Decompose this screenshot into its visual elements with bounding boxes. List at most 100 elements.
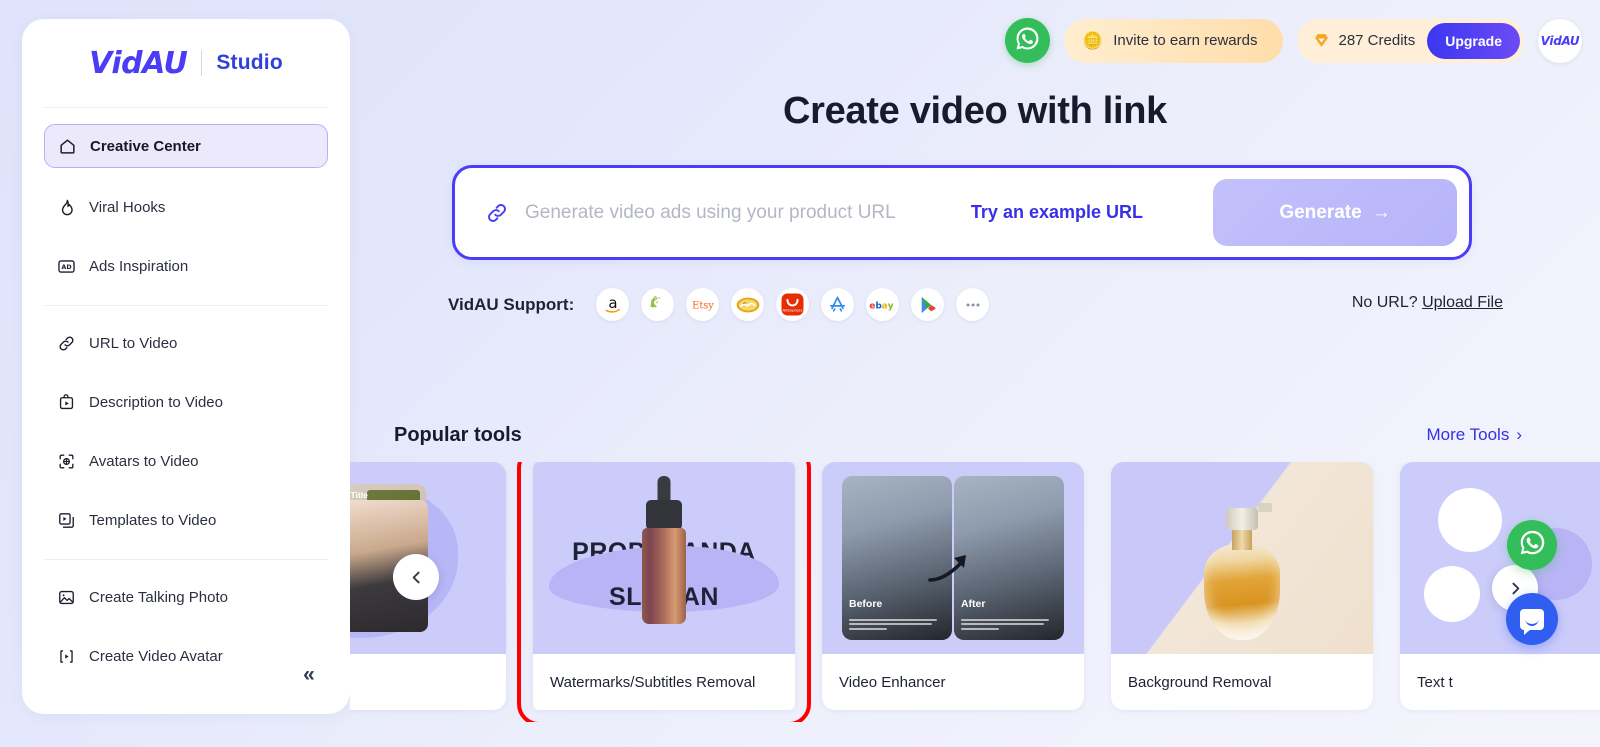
brand-product-name: Studio <box>216 51 283 74</box>
svg-text:Etsy: Etsy <box>692 300 714 311</box>
thumb-after-label: After <box>960 598 986 610</box>
more-tools-label: More Tools <box>1426 425 1510 444</box>
sidebar-item-create-talking-photo[interactable]: Create Talking Photo <box>44 577 328 617</box>
thumb-transform-arrow-icon <box>928 554 966 582</box>
ad-icon: AD <box>57 257 76 276</box>
tool-card-label: Avatar <box>350 654 506 710</box>
etsy-icon[interactable]: Etsy <box>686 288 720 321</box>
sidebar-item-templates-to-video[interactable]: Templates to Video <box>44 500 328 540</box>
sidebar-item-label: Templates to Video <box>89 511 217 529</box>
support-platforms-row: VidAU Support: a Etsy AliExpress ebay <box>448 288 990 321</box>
thumb-dropper-collar <box>646 500 682 530</box>
svg-text:y: y <box>888 301 894 311</box>
sidebar-item-creative-center[interactable]: Creative Center <box>44 124 328 168</box>
whatsapp-icon <box>1518 528 1547 562</box>
sidebar-nav-group-tools: Create Talking Photo Create Video Avatar <box>22 560 350 676</box>
tool-card-label: Background Removal <box>1128 673 1272 691</box>
link-icon <box>57 334 76 353</box>
page-title: Create video with link <box>782 90 1168 132</box>
flame-icon <box>57 198 76 217</box>
sidebar-item-viral-hooks[interactable]: Viral Hooks <box>44 187 328 227</box>
no-url-prefix: No URL? <box>1351 294 1423 311</box>
sidebar-item-label: Viral Hooks <box>89 198 166 216</box>
sidebar: VidAU Studio Creative Center Viral Hooks… <box>22 19 350 714</box>
main-content: Create video with link Try an example UR… <box>350 0 1600 747</box>
sidebar-item-description-to-video[interactable]: Description to Video <box>44 382 328 422</box>
tool-card-label: Text t <box>1417 673 1453 691</box>
intercom-chat-icon <box>1520 608 1544 635</box>
more-tools-link[interactable]: More Tools › <box>1426 425 1522 445</box>
sidebar-item-url-to-video[interactable]: URL to Video <box>44 323 328 363</box>
home-icon <box>58 137 77 156</box>
chevron-right-icon: › <box>1516 425 1522 444</box>
photo-icon <box>57 588 76 607</box>
shopify-icon[interactable] <box>641 288 675 321</box>
support-label: VidAU Support: <box>448 294 575 314</box>
sidebar-item-label: Create Talking Photo <box>89 588 228 606</box>
chevron-left-icon <box>412 571 420 583</box>
vidau-logo: VidAU <box>89 45 188 81</box>
sidebar-item-label: Ads Inspiration <box>89 257 189 275</box>
try-example-url-link[interactable]: Try an example URL <box>971 202 1143 223</box>
avatar-scan-icon <box>57 452 76 471</box>
link-icon <box>485 201 509 225</box>
thumb-circle-2 <box>1424 566 1480 622</box>
tool-card-video-enhancer[interactable]: Before After Video Enhancer <box>822 462 1084 710</box>
sidebar-nav-group-main: Creative Center Viral Hooks AD Ads Inspi… <box>22 108 350 286</box>
chevron-right-icon <box>1511 582 1519 594</box>
url-input[interactable] <box>525 201 971 224</box>
tools-carousel-track: Product Title ••• Avatar PROPAGANDA S <box>350 462 1600 722</box>
popular-tools-heading: Popular tools <box>394 424 522 446</box>
tool-card-thumbnail <box>1400 462 1600 654</box>
sidebar-item-create-video-avatar[interactable]: Create Video Avatar <box>44 636 328 676</box>
floating-chat-button[interactable] <box>1506 593 1558 645</box>
sidebar-collapse-button[interactable]: « <box>294 660 324 690</box>
tool-card-background-removal[interactable]: Background Removal <box>1111 462 1373 710</box>
sidebar-item-label: Avatars to Video <box>89 452 199 470</box>
sidebar-nav-group-create: URL to Video Description to Video Avatar… <box>22 306 350 540</box>
sidebar-item-ads-inspiration[interactable]: AD Ads Inspiration <box>44 246 328 286</box>
tool-card-watermarks-subtitles-removal[interactable]: PROPAGANDA SLOGAN Watermarks/Subtitles R… <box>517 462 811 722</box>
thumb-perfume-neck <box>1232 528 1252 550</box>
thumb-dropper-body <box>642 528 686 624</box>
ebay-icon[interactable]: ebay <box>866 288 900 321</box>
upload-file-prompt: No URL? Upload File <box>1352 294 1503 312</box>
alibaba-icon[interactable] <box>731 288 765 321</box>
svg-text:a: a <box>881 301 887 311</box>
templates-icon <box>57 511 76 530</box>
svg-text:AD: AD <box>61 264 71 271</box>
thumb-after-lines <box>960 618 1057 633</box>
floating-whatsapp-button[interactable] <box>1507 520 1557 570</box>
sidebar-item-label: Creative Center <box>90 137 201 155</box>
generate-button[interactable]: Generate → <box>1213 179 1457 246</box>
video-frame-icon <box>57 647 76 666</box>
google-play-icon[interactable] <box>911 288 945 321</box>
app-store-icon[interactable] <box>821 288 855 321</box>
brand-divider <box>201 50 203 76</box>
thumb-before-lines <box>849 618 945 633</box>
svg-text:b: b <box>875 301 881 311</box>
tool-card-thumbnail: Before After <box>822 462 1084 654</box>
amazon-icon[interactable]: a <box>596 288 630 321</box>
more-dots-icon[interactable] <box>956 288 990 321</box>
svg-text:a: a <box>608 294 617 312</box>
sidebar-item-avatars-to-video[interactable]: Avatars to Video <box>44 441 328 481</box>
carousel-prev-button[interactable] <box>393 554 439 600</box>
thumb-product-title: Product Title <box>350 490 368 500</box>
upload-file-link[interactable]: Upload File <box>1422 294 1503 311</box>
thumb-before-label: Before <box>849 598 883 610</box>
thumb-circle-1 <box>1438 488 1502 552</box>
svg-text:AliExpress: AliExpress <box>783 308 803 313</box>
brand-header: VidAU Studio <box>22 19 350 97</box>
description-video-icon <box>57 393 76 412</box>
arrow-right-icon: → <box>1371 201 1391 223</box>
tool-card-label: Watermarks/Subtitles Removal <box>550 673 756 691</box>
sidebar-item-label: URL to Video <box>89 334 178 352</box>
sidebar-item-label: Create Video Avatar <box>89 647 223 665</box>
aliexpress-icon[interactable]: AliExpress <box>776 288 810 321</box>
svg-text:e: e <box>869 301 875 311</box>
generate-label: Generate <box>1279 201 1362 223</box>
sidebar-item-label: Description to Video <box>89 393 223 411</box>
tool-card-thumbnail <box>1111 462 1373 654</box>
url-input-bar: Try an example URL Generate → <box>452 165 1472 260</box>
